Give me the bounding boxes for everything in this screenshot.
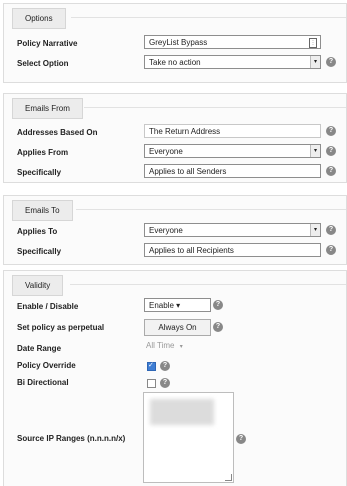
applies-from-label: Applies From	[17, 148, 69, 157]
applies-from-dropdown[interactable]: Everyone ▾	[144, 144, 321, 158]
resize-handle-icon[interactable]	[225, 474, 232, 481]
options-section: Options Policy Narrative GreyList Bypass…	[3, 3, 347, 83]
validity-header: Validity	[12, 275, 64, 296]
policy-override-checkbox[interactable]	[147, 361, 156, 371]
applies-to-label: Applies To	[17, 227, 58, 236]
help-icon[interactable]: ?	[326, 126, 336, 136]
chevron-down-icon: ▾	[179, 344, 183, 350]
chevron-down-icon: ▾	[176, 301, 181, 310]
section-divider	[84, 107, 346, 108]
help-icon[interactable]: ?	[326, 166, 336, 176]
chevron-down-icon: ▾	[310, 224, 320, 236]
emails-from-section: Emails From Addresses Based On The Retur…	[3, 93, 347, 183]
addresses-based-on-field[interactable]: The Return Address	[144, 124, 321, 138]
enable-disable-label: Enable / Disable	[17, 302, 79, 311]
validity-section: Validity Enable / Disable Enable ▾ ? Set…	[3, 270, 347, 486]
perpetual-label: Set policy as perpetual	[17, 323, 105, 332]
enable-disable-dropdown[interactable]: Enable ▾	[144, 298, 211, 312]
specifically-from-input[interactable]: Applies to all Senders	[144, 164, 321, 178]
select-option-value: Take no action	[149, 58, 201, 67]
redacted-content	[150, 399, 214, 425]
section-divider	[71, 17, 346, 18]
select-option-dropdown[interactable]: Take no action ▾	[144, 55, 321, 69]
chevron-down-icon: ▾	[310, 56, 320, 68]
applies-to-value: Everyone	[149, 226, 183, 235]
source-ip-label: Source IP Ranges (n.n.n.n/x)	[17, 434, 126, 443]
help-icon[interactable]: ?	[326, 57, 336, 67]
help-icon[interactable]: ?	[326, 146, 336, 156]
help-icon[interactable]: ?	[213, 322, 223, 332]
text-entry-icon: ⋮	[309, 38, 317, 48]
emails-to-section: Emails To Applies To Everyone ▾ ? Specif…	[3, 195, 347, 265]
applies-to-dropdown[interactable]: Everyone ▾	[144, 223, 321, 237]
help-icon[interactable]: ?	[213, 300, 223, 310]
policy-narrative-value: GreyList Bypass	[149, 38, 208, 47]
date-range-dropdown: All Time ▾	[146, 341, 183, 350]
applies-from-value: Everyone	[149, 147, 183, 156]
policy-narrative-input[interactable]: GreyList Bypass ⋮	[144, 35, 321, 49]
help-icon[interactable]: ?	[160, 361, 170, 371]
section-divider	[76, 209, 346, 210]
bi-directional-label: Bi Directional	[17, 378, 69, 387]
chevron-down-icon: ▾	[310, 145, 320, 157]
specifically-to-input[interactable]: Applies to all Recipients	[144, 243, 321, 257]
addresses-based-on-value: The Return Address	[149, 127, 221, 136]
options-header: Options	[12, 8, 66, 29]
date-range-label: Date Range	[17, 344, 62, 353]
always-on-button[interactable]: Always On	[144, 319, 211, 336]
bi-directional-checkbox[interactable]	[147, 379, 156, 388]
help-icon[interactable]: ?	[160, 378, 170, 388]
emails-to-header: Emails To	[12, 200, 73, 221]
specifically-from-value: Applies to all Senders	[149, 167, 227, 176]
emails-from-header: Emails From	[12, 98, 83, 119]
help-icon[interactable]: ?	[326, 245, 336, 255]
specifically-to-value: Applies to all Recipients	[149, 246, 234, 255]
policy-narrative-label: Policy Narrative	[17, 39, 78, 48]
source-ip-textarea[interactable]	[143, 392, 234, 483]
date-range-value: All Time	[146, 341, 175, 350]
addresses-based-on-label: Addresses Based On	[17, 128, 98, 137]
policy-override-label: Policy Override	[17, 361, 76, 370]
select-option-label: Select Option	[17, 59, 69, 68]
help-icon[interactable]: ?	[236, 434, 246, 444]
help-icon[interactable]: ?	[326, 225, 336, 235]
specifically-from-label: Specifically	[17, 168, 62, 177]
specifically-to-label: Specifically	[17, 247, 62, 256]
section-divider	[70, 284, 346, 285]
enable-disable-value: Enable	[149, 301, 174, 310]
